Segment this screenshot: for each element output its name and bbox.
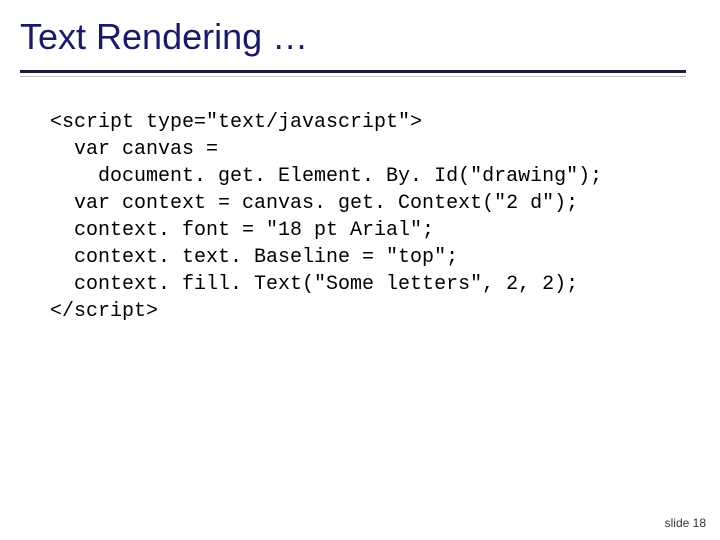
code-line: context. text. Baseline = "top"; [50,246,458,269]
slide: Text Rendering … <script type="text/java… [0,0,720,540]
code-line: var context = canvas. get. Context("2 d"… [50,192,578,215]
rule-thin [20,76,686,77]
code-line: var canvas = [50,138,218,161]
code-line: context. fill. Text("Some letters", 2, 2… [50,273,578,296]
code-block: <script type="text/javascript"> var canv… [50,109,700,325]
code-line: <script type="text/javascript"> [50,111,422,134]
rule-thick [20,70,686,73]
title-rule [20,70,700,77]
code-line: context. font = "18 pt Arial"; [50,219,434,242]
code-line: </script> [50,300,158,323]
code-line: document. get. Element. By. Id("drawing"… [50,165,602,188]
slide-number: slide 18 [665,516,706,530]
slide-title: Text Rendering … [20,16,700,58]
